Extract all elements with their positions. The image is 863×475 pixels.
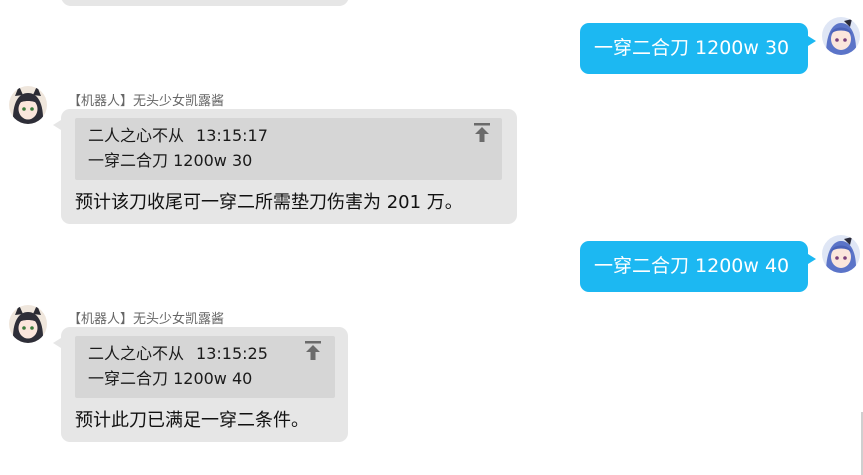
bubble-tail	[808, 36, 816, 46]
jump-to-message-icon[interactable]	[305, 341, 321, 361]
incoming-message-bubble[interactable]: 二人之心不从 13:15:25 一穿二合刀 1200w 40 预计此刀已满足一穿二…	[61, 327, 348, 442]
anime-girl-black-hair-cat-ears-avatar	[9, 305, 47, 343]
quote-header: 二人之心不从 13:15:17	[88, 123, 490, 148]
quote-author: 二人之心不从	[88, 126, 185, 145]
outgoing-message-bubble[interactable]: 一穿二合刀 1200w 40	[580, 241, 808, 292]
quoted-message[interactable]: 二人之心不从 13:15:17 一穿二合刀 1200w 30	[75, 118, 502, 180]
bubble-tail	[53, 338, 61, 348]
incoming-message-bubble[interactable]: 二人之心不从 13:15:17 一穿二合刀 1200w 30 预计该刀收尾可一穿二…	[61, 109, 517, 224]
bubble-tail	[808, 254, 816, 264]
sender-name: 【机器人】无头少女凯露酱	[68, 312, 225, 327]
bot-avatar[interactable]	[9, 86, 47, 124]
message-text: 预计此刀已满足一穿二条件。	[75, 410, 309, 431]
anime-girl-blue-hair-avatar	[822, 235, 860, 273]
bot-avatar[interactable]	[9, 305, 47, 343]
quote-time: 13:15:25	[196, 344, 268, 363]
quote-header: 二人之心不从 13:15:25	[88, 341, 323, 366]
outgoing-message-bubble[interactable]: 一穿二合刀 1200w 30	[580, 23, 808, 74]
user-avatar[interactable]	[822, 17, 860, 55]
quoted-message[interactable]: 二人之心不从 13:15:25 一穿二合刀 1200w 40	[75, 336, 335, 398]
previous-message-bubble[interactable]	[61, 0, 349, 6]
message-text: 一穿二合刀 1200w 30	[594, 37, 790, 59]
quote-text: 一穿二合刀 1200w 40	[88, 369, 253, 388]
quote-text: 一穿二合刀 1200w 30	[88, 151, 253, 170]
chat-message-list[interactable]: 一穿二合刀 1200w 30 【机器人】无头少女凯露酱 二人之心不从 13:15…	[0, 0, 863, 475]
quote-time: 13:15:17	[196, 126, 268, 145]
bubble-tail	[53, 120, 61, 130]
message-text: 一穿二合刀 1200w 40	[594, 255, 790, 277]
sender-name: 【机器人】无头少女凯露酱	[68, 94, 225, 109]
quote-author: 二人之心不从	[88, 344, 185, 363]
anime-girl-blue-hair-avatar	[822, 17, 860, 55]
jump-to-message-icon[interactable]	[474, 123, 490, 143]
message-text: 预计该刀收尾可一穿二所需垫刀伤害为 201 万。	[75, 192, 463, 213]
anime-girl-black-hair-cat-ears-avatar	[9, 86, 47, 124]
user-avatar[interactable]	[822, 235, 860, 273]
